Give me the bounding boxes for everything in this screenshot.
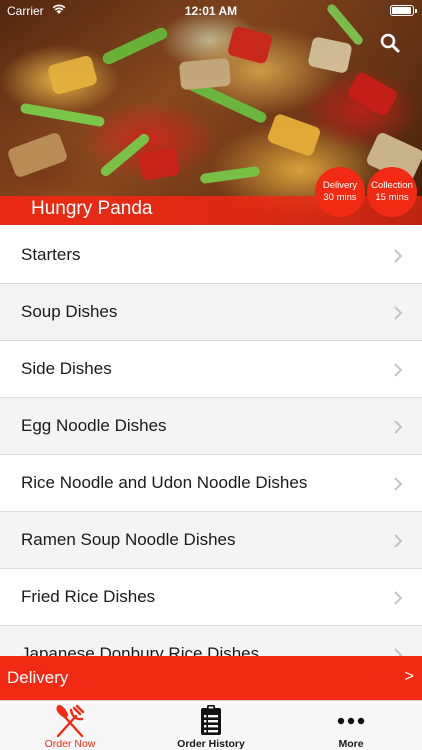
chevron-right-icon: [394, 363, 403, 377]
menu-item-japanese-donbury-rice-dishes[interactable]: Japanese Donbury Rice Dishes: [0, 626, 422, 656]
delivery-badge-title: Delivery: [322, 180, 358, 191]
collection-badge-time: 15 mins: [375, 192, 409, 203]
status-time: 12:01 AM: [184, 4, 238, 18]
delivery-mode-bar[interactable]: Delivery >: [0, 656, 422, 700]
tab-order-now[interactable]: Order Now: [0, 701, 140, 750]
menu-item-label: Rice Noodle and Udon Noodle Dishes: [21, 473, 308, 492]
delivery-badge-time: 30 mins: [323, 192, 357, 203]
restaurant-name: Hungry Panda: [31, 198, 153, 219]
tab-order-history[interactable]: Order History: [141, 701, 281, 750]
delivery-arrow-icon: >: [404, 668, 414, 685]
menu-category-list[interactable]: Starters Soup Dishes Side Dishes Egg Noo…: [0, 227, 422, 656]
chevron-right-icon: [394, 477, 403, 491]
clipboard-icon: [201, 705, 221, 735]
fork-knife-icon: [56, 704, 85, 738]
tab-label: Order History: [177, 738, 245, 750]
menu-item-ramen-soup-noodle-dishes[interactable]: Ramen Soup Noodle Dishes: [0, 512, 422, 569]
tab-label: More: [338, 738, 364, 750]
menu-item-label: Side Dishes: [21, 359, 112, 378]
tab-more[interactable]: More: [281, 701, 421, 750]
menu-item-label: Ramen Soup Noodle Dishes: [21, 530, 236, 549]
menu-item-fried-rice-dishes[interactable]: Fried Rice Dishes: [0, 569, 422, 626]
search-icon[interactable]: [380, 33, 400, 53]
chevron-right-icon: [394, 306, 403, 320]
collection-badge-title: Collection: [371, 180, 413, 191]
chevron-right-icon: [394, 534, 403, 548]
menu-item-egg-noodle-dishes[interactable]: Egg Noodle Dishes: [0, 398, 422, 455]
tab-label: Order Now: [44, 738, 96, 750]
tab-bar: Order Now Order History More: [0, 700, 422, 750]
chevron-right-icon: [394, 591, 403, 605]
chevron-right-icon: [394, 420, 403, 434]
delivery-time-badge[interactable]: Delivery 30 mins: [315, 167, 365, 217]
menu-item-starters[interactable]: Starters: [0, 227, 422, 284]
collection-time-badge[interactable]: Collection 15 mins: [367, 167, 417, 217]
chevron-right-icon: [394, 648, 403, 656]
menu-item-soup-dishes[interactable]: Soup Dishes: [0, 284, 422, 341]
menu-item-label: Starters: [21, 245, 81, 264]
status-bar: Carrier 12:01 AM: [0, 0, 422, 22]
more-dots-icon: [337, 717, 365, 725]
menu-item-label: Soup Dishes: [21, 302, 118, 321]
chevron-right-icon: [394, 249, 403, 263]
menu-item-label: Fried Rice Dishes: [21, 587, 156, 606]
delivery-mode-label: Delivery: [7, 668, 69, 687]
menu-item-side-dishes[interactable]: Side Dishes: [0, 341, 422, 398]
menu-item-rice-noodle-udon-dishes[interactable]: Rice Noodle and Udon Noodle Dishes: [0, 455, 422, 512]
menu-item-label: Egg Noodle Dishes: [21, 416, 167, 435]
menu-item-label: Japanese Donbury Rice Dishes: [21, 644, 260, 656]
battery-icon: [390, 5, 417, 16]
